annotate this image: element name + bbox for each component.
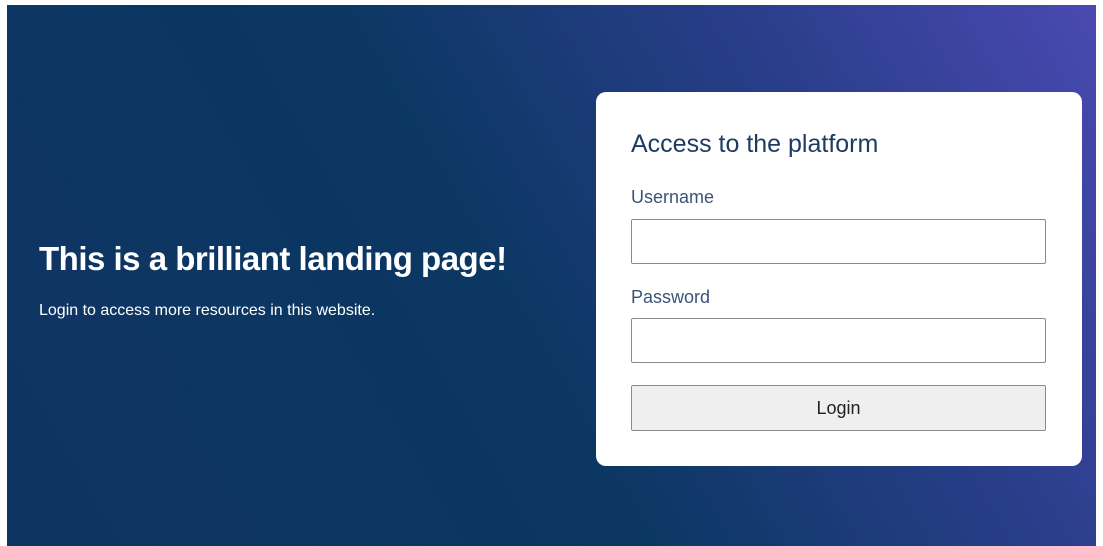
hero-section: This is a brilliant landing page! Login … [39,237,579,321]
login-card: Access to the platform Username Password… [596,92,1082,466]
username-input[interactable] [631,219,1046,264]
hero-title: This is a brilliant landing page! [39,240,507,277]
landing-page-background: This is a brilliant landing page! Login … [7,5,1096,546]
username-label: Username [631,187,715,207]
login-button[interactable]: Login [631,385,1046,431]
hero-subtitle: Login to access more resources in this w… [39,302,376,319]
password-input[interactable] [631,318,1046,363]
password-label: Password [631,287,711,307]
login-card-title: Access to the platform [631,130,879,158]
